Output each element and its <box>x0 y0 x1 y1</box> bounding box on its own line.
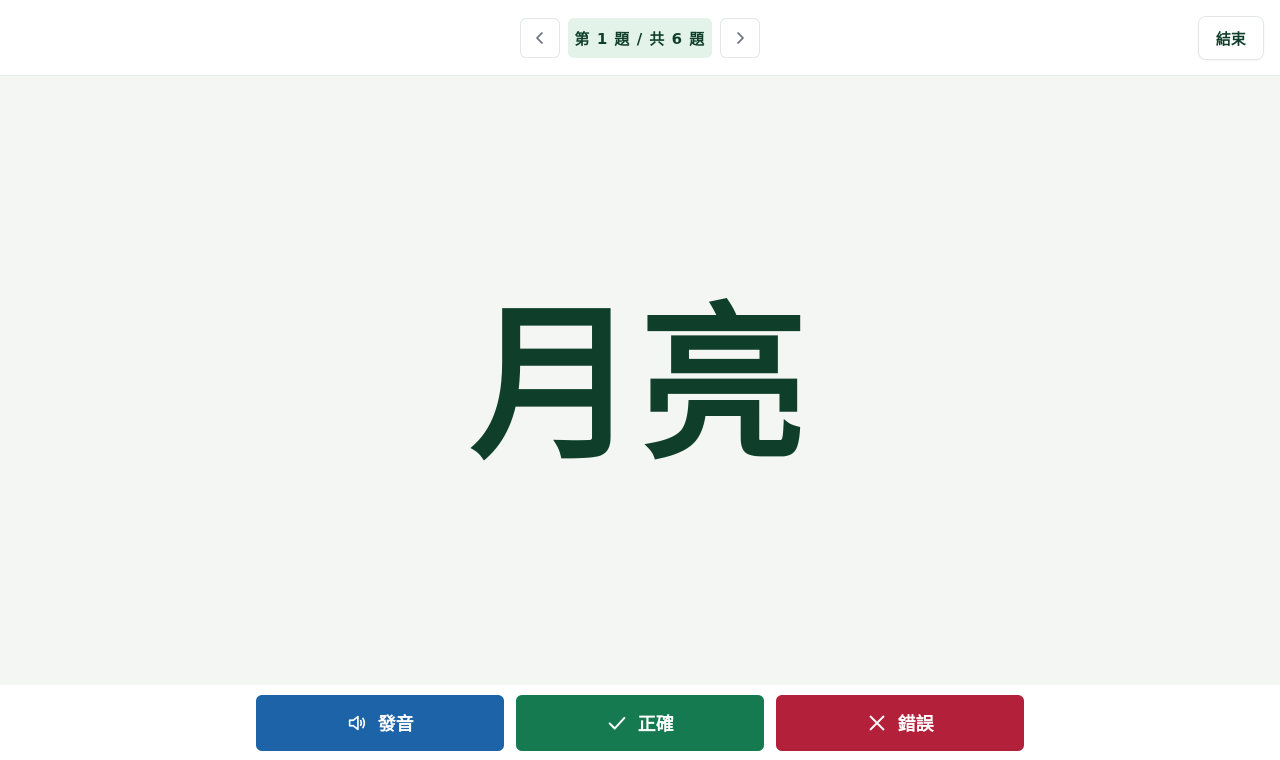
close-icon <box>869 715 885 731</box>
speaker-icon <box>348 715 366 731</box>
pronounce-label: 發音 <box>378 714 414 735</box>
top-bar: 第 1 題 / 共 6 題 結束 <box>0 0 1280 76</box>
wrong-label: 錯誤 <box>898 714 934 735</box>
chevron-right-icon <box>737 32 744 44</box>
correct-label: 正確 <box>638 714 674 735</box>
progress-indicator: 第 1 題 / 共 6 題 <box>568 18 712 58</box>
pronounce-button[interactable]: 發音 <box>256 695 504 751</box>
bottom-action-bar: 發音 正確 錯誤 <box>0 685 1280 760</box>
flashcard: 月亮 <box>0 76 1280 685</box>
flashcard-word: 月亮 <box>470 286 810 483</box>
wrong-button[interactable]: 錯誤 <box>776 695 1024 751</box>
next-question-button[interactable] <box>720 18 760 58</box>
chevron-left-icon <box>536 32 543 44</box>
correct-button[interactable]: 正確 <box>516 695 764 751</box>
end-button[interactable]: 結束 <box>1198 16 1264 60</box>
previous-question-button[interactable] <box>520 18 560 58</box>
check-icon <box>608 716 626 730</box>
